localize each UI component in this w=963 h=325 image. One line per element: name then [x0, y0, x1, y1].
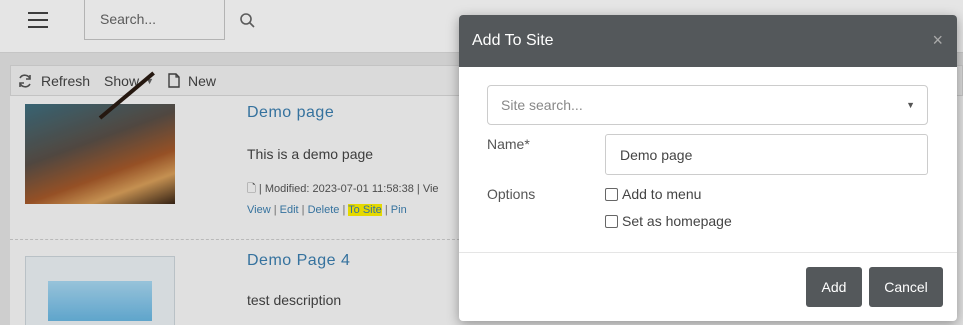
add-to-site-dialog: Add To Site × Site search... ▼ Name* Dem…	[459, 15, 957, 321]
site-search-placeholder: Site search...	[501, 97, 583, 113]
dialog-footer-divider	[459, 252, 957, 253]
set-as-homepage-label: Set as homepage	[622, 213, 732, 229]
add-button[interactable]: Add	[806, 267, 862, 307]
close-icon[interactable]: ×	[932, 31, 943, 49]
add-to-menu-label: Add to menu	[622, 186, 702, 202]
chevron-down-icon: ▼	[906, 100, 915, 110]
cancel-button[interactable]: Cancel	[869, 267, 943, 307]
set-as-homepage-option[interactable]: Set as homepage	[605, 213, 732, 229]
options-label: Options	[487, 186, 536, 202]
dialog-title: Add To Site	[472, 32, 554, 49]
site-search-select[interactable]: Site search... ▼	[487, 85, 928, 125]
dialog-header: Add To Site ×	[459, 15, 957, 67]
name-field[interactable]: Demo page	[605, 134, 928, 175]
add-to-menu-checkbox[interactable]	[605, 187, 618, 201]
add-to-menu-option[interactable]: Add to menu	[605, 186, 701, 202]
name-label: Name*	[487, 136, 530, 152]
set-as-homepage-checkbox[interactable]	[605, 214, 618, 228]
